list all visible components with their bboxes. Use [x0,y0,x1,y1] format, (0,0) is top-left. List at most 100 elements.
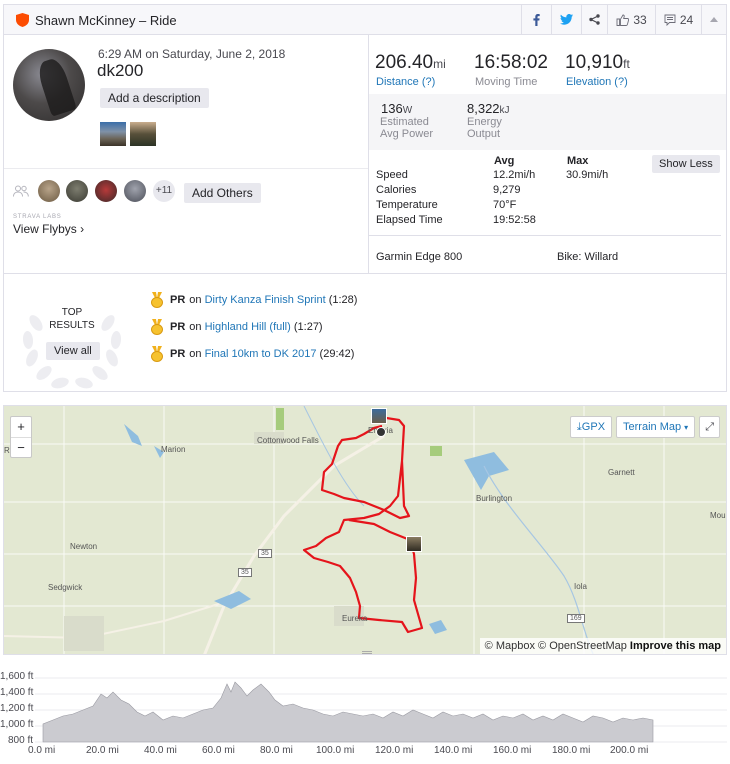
stat-row-avg: 19:52:58 [493,214,536,226]
map-type-select[interactable]: Terrain Map ▾ [616,416,696,438]
divider [369,235,721,236]
improve-map-link[interactable]: Improve this map [630,640,721,652]
kudos-button[interactable]: 33 [607,5,655,34]
avg-power-value: 136W [381,101,413,116]
divider [4,168,368,169]
map-place-label: Eureka [342,614,368,623]
group-member-avatar[interactable] [66,180,88,202]
avg-column-header: Avg [494,155,515,167]
pr-medal-icon [151,319,163,335]
y-axis-tick: 1,200 ft [0,703,34,714]
add-others-button[interactable]: Add Others [184,183,261,203]
map-toolbar: ⤓GPX Terrain Map ▾ ⤢ [569,416,720,438]
facebook-share-button[interactable] [521,5,551,34]
map-place-label: Cottonwood Falls [257,436,319,445]
mapbox-attribution[interactable]: © Mapbox [485,640,535,652]
y-axis-tick: 1,600 ft [0,671,34,682]
share-icon [589,14,600,25]
osm-attribution[interactable]: © OpenStreetMap [538,640,627,652]
thumbs-up-icon [616,14,630,26]
resize-handle[interactable] [362,651,372,654]
segment-link[interactable]: Dirty Kanza Finish Sprint [205,294,326,306]
twitter-share-button[interactable] [551,5,581,34]
x-axis-tick: 40.0 mi [144,745,177,756]
pr-result: PR on Highland Hill (full) (1:27) [151,319,323,335]
device-name: Garmin Edge 800 [376,251,463,263]
x-axis-tick: 140.0 mi [434,745,473,756]
group-member-avatar[interactable] [95,180,117,202]
pr-result: PR on Final 10km to DK 2017 (29:42) [151,346,354,362]
map-attribution: © Mapbox © OpenStreetMap Improve this ma… [479,638,726,654]
twitter-icon [560,14,573,25]
divider [4,273,726,274]
map-place-label: Mour [710,511,727,520]
group-icon [13,185,29,197]
fullscreen-button[interactable]: ⤢ [699,416,720,438]
x-axis-tick: 60.0 mi [202,745,235,756]
x-axis-tick: 180.0 mi [552,745,591,756]
map-place-label: Newton [70,542,98,551]
moving-time-label: Moving Time [475,76,538,88]
zoom-out-button[interactable]: − [11,437,31,457]
chevron-up-icon [710,17,718,22]
x-axis-tick: 200.0 mi [610,745,649,756]
stat-row-max: 30.9mi/h [566,169,609,181]
comments-button[interactable]: 24 [655,5,701,34]
caret-down-icon: ▾ [684,423,689,432]
column-divider [368,35,369,273]
pr-medal-icon [151,346,163,362]
map-place-label: Sedgwick [48,583,83,592]
elevation-label[interactable]: Elevation (?) [566,76,628,88]
distance-value: 206.40mi [375,52,446,73]
bike-name[interactable]: Bike: Willard [557,251,618,263]
activity-photo[interactable] [130,122,156,146]
more-athletes-badge[interactable]: +11 [153,180,175,202]
activity-photo[interactable] [100,122,126,146]
route-map[interactable]: Marion Cottonwood Falls Em ria Garnett B… [3,405,727,655]
activity-owner-title: Shawn McKinney – Ride [35,13,177,28]
stat-row-label: Speed [376,169,408,181]
share-button[interactable] [581,5,607,34]
activity-card: Shawn McKinney – Ride 33 24 6:29 AM on S… [3,4,727,392]
collapse-button[interactable] [701,5,726,34]
max-column-header: Max [567,155,589,167]
expand-icon: ⤢ [705,421,714,433]
energy-output-value: 8,322kJ [467,101,510,116]
y-axis-tick: 1,400 ft [0,687,34,698]
x-axis-tick: 0.0 mi [28,745,56,756]
moving-time-value: 16:58:02 [474,52,548,73]
athlete-avatar[interactable] [13,49,85,121]
show-less-button[interactable]: Show Less [652,155,720,173]
shield-icon [16,13,29,27]
finish-flag-icon[interactable] [376,427,386,437]
stat-row-avg: 70°F [493,199,517,211]
group-member-avatar[interactable] [124,180,146,202]
pr-result: PR on Dirty Kanza Finish Sprint (1:28) [151,292,357,308]
route-photo-marker[interactable] [371,408,387,424]
map-place-label: Burlington [476,494,513,503]
stat-row-label: Calories [376,184,417,196]
activity-header: Shawn McKinney – Ride 33 24 [4,5,726,35]
distance-label[interactable]: Distance (?) [376,76,435,88]
elevation-value: 10,910ft [565,52,630,73]
facebook-icon [533,13,540,26]
comment-count: 24 [679,12,694,27]
kudos-count: 33 [633,12,647,27]
highway-shield: 35 [238,568,252,577]
zoom-in-button[interactable]: + [11,417,31,437]
activity-date: 6:29 AM on Saturday, June 2, 2018 [98,47,286,61]
add-description-button[interactable]: Add a description [100,88,209,108]
stat-row-label: Temperature [376,199,438,211]
route-photo-marker[interactable] [406,536,422,552]
x-axis-tick: 80.0 mi [260,745,293,756]
view-flybys-link[interactable]: View Flybys › [13,222,84,236]
gpx-download-button[interactable]: ⤓GPX [569,416,613,438]
view-all-results-button[interactable]: View all [46,342,100,360]
activity-name: dk200 [97,61,144,80]
top-results-title: TOP RESULTS [49,307,95,331]
group-member-avatar[interactable] [38,180,60,202]
highway-shield: 35 [258,549,272,558]
x-axis-tick: 20.0 mi [86,745,119,756]
segment-link[interactable]: Final 10km to DK 2017 [205,348,317,360]
segment-link[interactable]: Highland Hill (full) [205,321,291,333]
